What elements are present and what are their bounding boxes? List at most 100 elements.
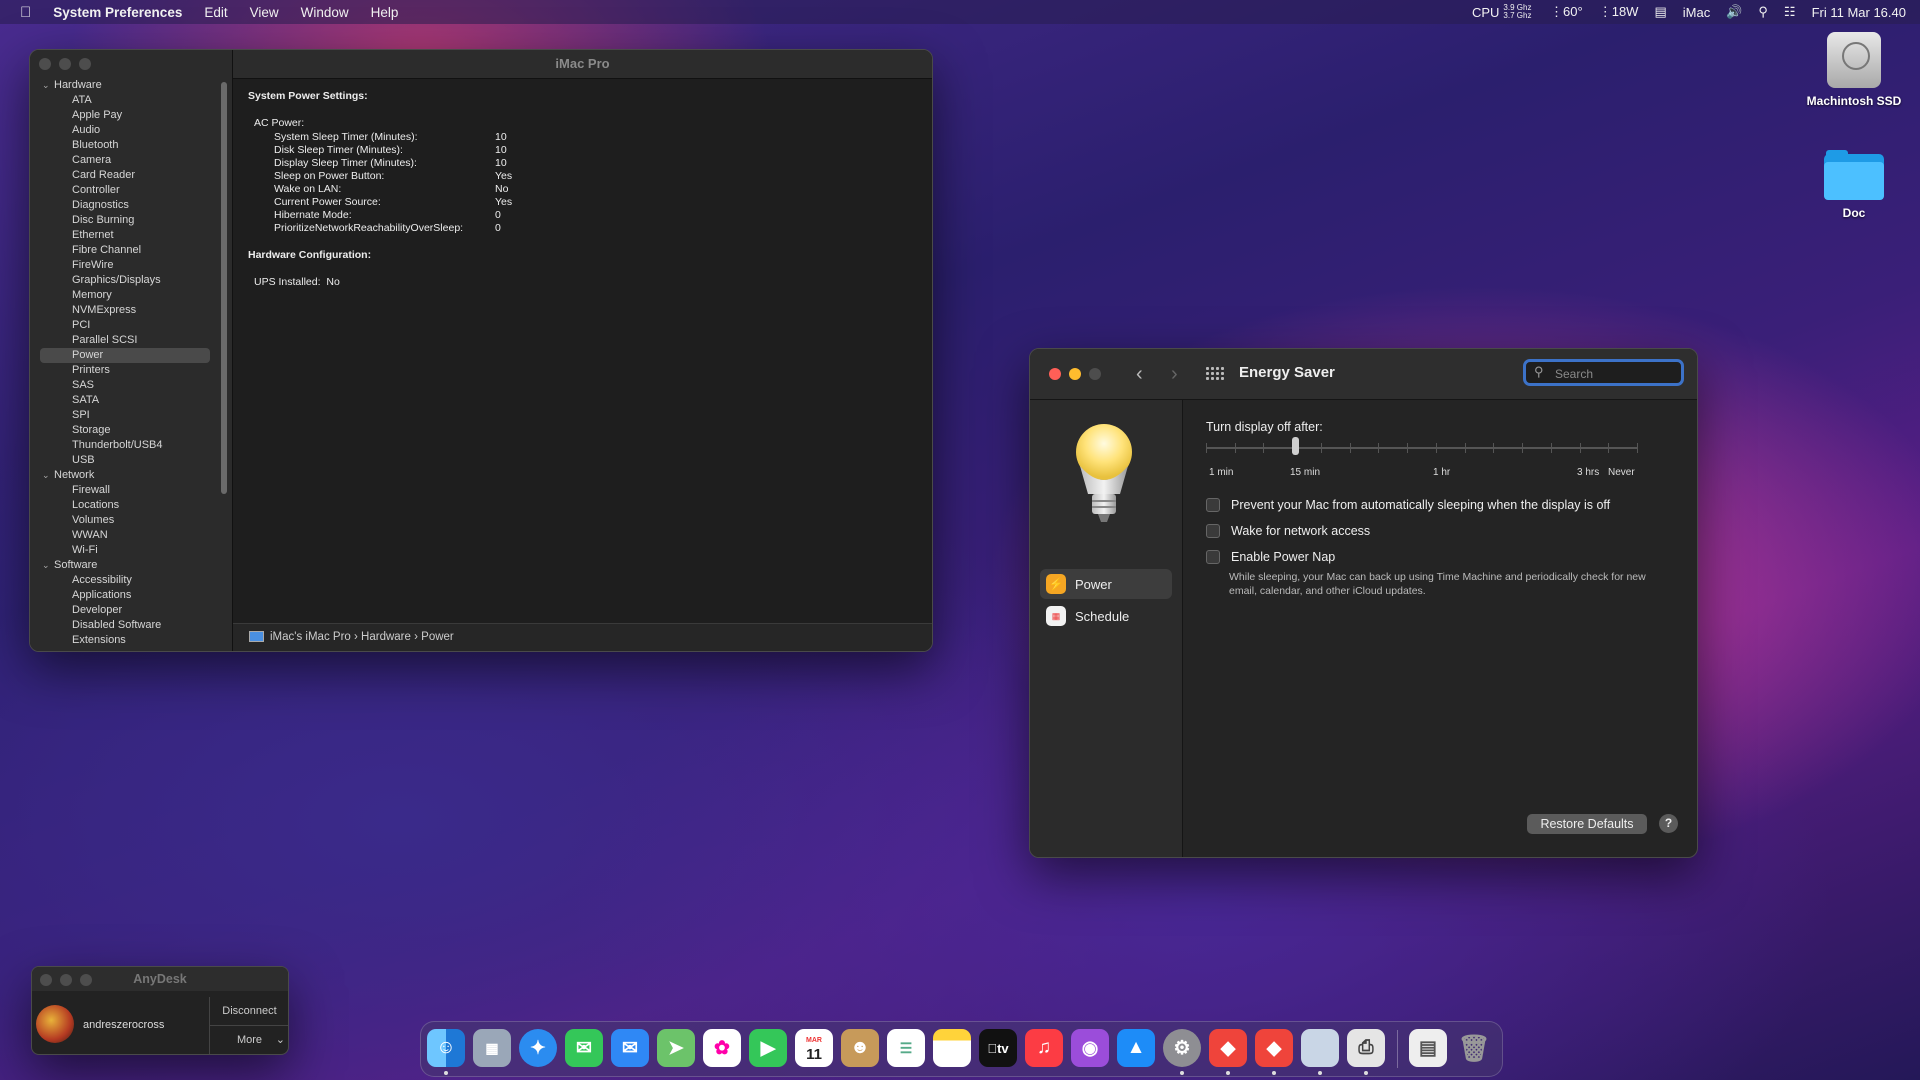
wake-network-option[interactable]: Wake for network access	[1206, 524, 1370, 538]
power-nap-option[interactable]: Enable Power Nap	[1206, 550, 1335, 564]
minimize-button[interactable]	[1069, 368, 1081, 380]
mail-icon[interactable]: ✉	[611, 1029, 649, 1067]
messages-icon[interactable]: ✉	[565, 1029, 603, 1067]
clock[interactable]: Fri 11 Mar 16.40	[1812, 5, 1906, 20]
tree-item-wwan[interactable]: WWAN	[30, 528, 220, 543]
tree-item-graphics-displays[interactable]: Graphics/Displays	[30, 273, 220, 288]
help-button[interactable]: ?	[1659, 814, 1678, 833]
photos-icon[interactable]: ✿	[703, 1029, 741, 1067]
zoom-button[interactable]	[79, 58, 91, 70]
app-store-icon[interactable]: ▲	[1117, 1029, 1155, 1067]
tree-item-spi[interactable]: SPI	[30, 408, 220, 423]
contacts-icon[interactable]: ☻	[841, 1029, 879, 1067]
prevent-sleep-checkbox[interactable]	[1206, 498, 1220, 512]
notes-icon[interactable]	[933, 1029, 971, 1067]
restore-defaults-button[interactable]: Restore Defaults	[1527, 814, 1647, 834]
tree-item-bluetooth[interactable]: Bluetooth	[30, 138, 220, 153]
tree-item-power[interactable]: Power	[40, 348, 210, 363]
tree-item-locations[interactable]: Locations	[30, 498, 220, 513]
path-computer[interactable]: iMac's iMac Pro	[270, 631, 351, 643]
search-input[interactable]	[1553, 364, 1677, 384]
close-button[interactable]	[39, 58, 51, 70]
trash-icon[interactable]: 🗑	[1455, 1029, 1493, 1067]
tree-item-firewire[interactable]: FireWire	[30, 258, 220, 273]
calendar-icon[interactable]: MAR 11	[795, 1029, 833, 1067]
tree-item-parallel-scsi[interactable]: Parallel SCSI	[30, 333, 220, 348]
tree-item-sas[interactable]: SAS	[30, 378, 220, 393]
wake-network-checkbox[interactable]	[1206, 524, 1220, 538]
tree-item-thunderbolt-usb4[interactable]: Thunderbolt/USB4	[30, 438, 220, 453]
minimize-button[interactable]	[60, 974, 72, 986]
sidebar-item-power[interactable]: ⚡ Power	[1040, 569, 1172, 599]
prevent-sleep-option[interactable]: Prevent your Mac from automatically slee…	[1206, 498, 1610, 512]
control-center-icon[interactable]: ☷	[1784, 4, 1796, 20]
tree-item-storage[interactable]: Storage	[30, 423, 220, 438]
more-button[interactable]: More ⌄	[209, 1025, 288, 1054]
menu-app-name[interactable]: System Preferences	[53, 5, 182, 20]
show-all-grid-icon[interactable]	[1206, 367, 1224, 381]
search-field[interactable]: ⚲	[1523, 359, 1684, 386]
zoom-button[interactable]	[1089, 368, 1101, 380]
tree-item-accessibility[interactable]: Accessibility	[30, 573, 220, 588]
tree-item-volumes[interactable]: Volumes	[30, 513, 220, 528]
tree-item-wi-fi[interactable]: Wi-Fi	[30, 543, 220, 558]
activity-monitor-icon[interactable]: ▤	[1654, 4, 1666, 20]
disconnect-button[interactable]: Disconnect	[209, 997, 288, 1025]
desktop-hdd[interactable]: Machintosh SSD	[1794, 32, 1914, 108]
tree-item-card-reader[interactable]: Card Reader	[30, 168, 220, 183]
apple-icon[interactable]: 	[20, 4, 31, 21]
tree-item-disabled-software[interactable]: Disabled Software	[30, 618, 220, 633]
tree-item-firewall[interactable]: Firewall	[30, 483, 220, 498]
close-button[interactable]	[40, 974, 52, 986]
zoom-button[interactable]	[80, 974, 92, 986]
menu-view[interactable]: View	[250, 5, 279, 20]
music-icon[interactable]: ♫	[1025, 1029, 1063, 1067]
tree-item-usb[interactable]: USB	[30, 453, 220, 468]
printer-icon[interactable]: ⎙	[1347, 1029, 1385, 1067]
tree-item-sata[interactable]: SATA	[30, 393, 220, 408]
minimize-button[interactable]	[59, 58, 71, 70]
forward-chevron-icon[interactable]: ›	[1171, 363, 1178, 386]
tree-item-nvmexpress[interactable]: NVMExpress	[30, 303, 220, 318]
tree-group-hardware[interactable]: ⌄ Hardware	[30, 78, 220, 93]
host-name[interactable]: iMac	[1683, 5, 1710, 20]
tree-item-diagnostics[interactable]: Diagnostics	[30, 198, 220, 213]
desktop-folder-doc[interactable]: Doc	[1794, 150, 1914, 220]
tree-item-printers[interactable]: Printers	[30, 363, 220, 378]
power-widget[interactable]: ⋮18W	[1599, 4, 1639, 20]
power-nap-checkbox[interactable]	[1206, 550, 1220, 564]
finder-icon[interactable]: ☺	[427, 1029, 465, 1067]
slider-knob[interactable]	[1292, 437, 1299, 455]
sidebar-scrollbar[interactable]	[221, 82, 227, 494]
close-button[interactable]	[1049, 368, 1061, 380]
temperature-widget[interactable]: ⋮60°	[1547, 4, 1583, 20]
tree-item-memory[interactable]: Memory	[30, 288, 220, 303]
system-information-icon[interactable]	[1301, 1029, 1339, 1067]
menu-window[interactable]: Window	[301, 5, 349, 20]
apple-tv-icon[interactable]: tv	[979, 1029, 1017, 1067]
maps-icon[interactable]: ➤	[657, 1029, 695, 1067]
menu-help[interactable]: Help	[371, 5, 399, 20]
facetime-icon[interactable]: ▶	[749, 1029, 787, 1067]
sidebar-item-schedule[interactable]: ▦ Schedule	[1040, 601, 1172, 631]
tree-group-software[interactable]: ⌄ Software	[30, 558, 220, 573]
path-power[interactable]: Power	[421, 631, 454, 643]
tree-item-audio[interactable]: Audio	[30, 123, 220, 138]
system-preferences-icon[interactable]: ⚙	[1163, 1029, 1201, 1067]
tree-item-ethernet[interactable]: Ethernet	[30, 228, 220, 243]
anydesk-icon[interactable]: ◆	[1209, 1029, 1247, 1067]
tree-item-applications[interactable]: Applications	[30, 588, 220, 603]
cpu-widget[interactable]: CPU 3.9 Ghz 3.7 Ghz	[1472, 4, 1531, 20]
anydesk-alt-icon[interactable]: ◆	[1255, 1029, 1293, 1067]
tree-item-disc-burning[interactable]: Disc Burning	[30, 213, 220, 228]
tree-item-developer[interactable]: Developer	[30, 603, 220, 618]
menu-edit[interactable]: Edit	[204, 5, 227, 20]
document-icon[interactable]: ▤	[1409, 1029, 1447, 1067]
safari-icon[interactable]: ✦	[519, 1029, 557, 1067]
tree-item-ata[interactable]: ATA	[30, 93, 220, 108]
display-sleep-slider[interactable]	[1206, 437, 1638, 455]
tree-item-pci[interactable]: PCI	[30, 318, 220, 333]
reminders-icon[interactable]: ☰	[887, 1029, 925, 1067]
spotlight-search-icon[interactable]: ⚲	[1758, 4, 1768, 20]
back-chevron-icon[interactable]: ‹	[1136, 363, 1143, 386]
